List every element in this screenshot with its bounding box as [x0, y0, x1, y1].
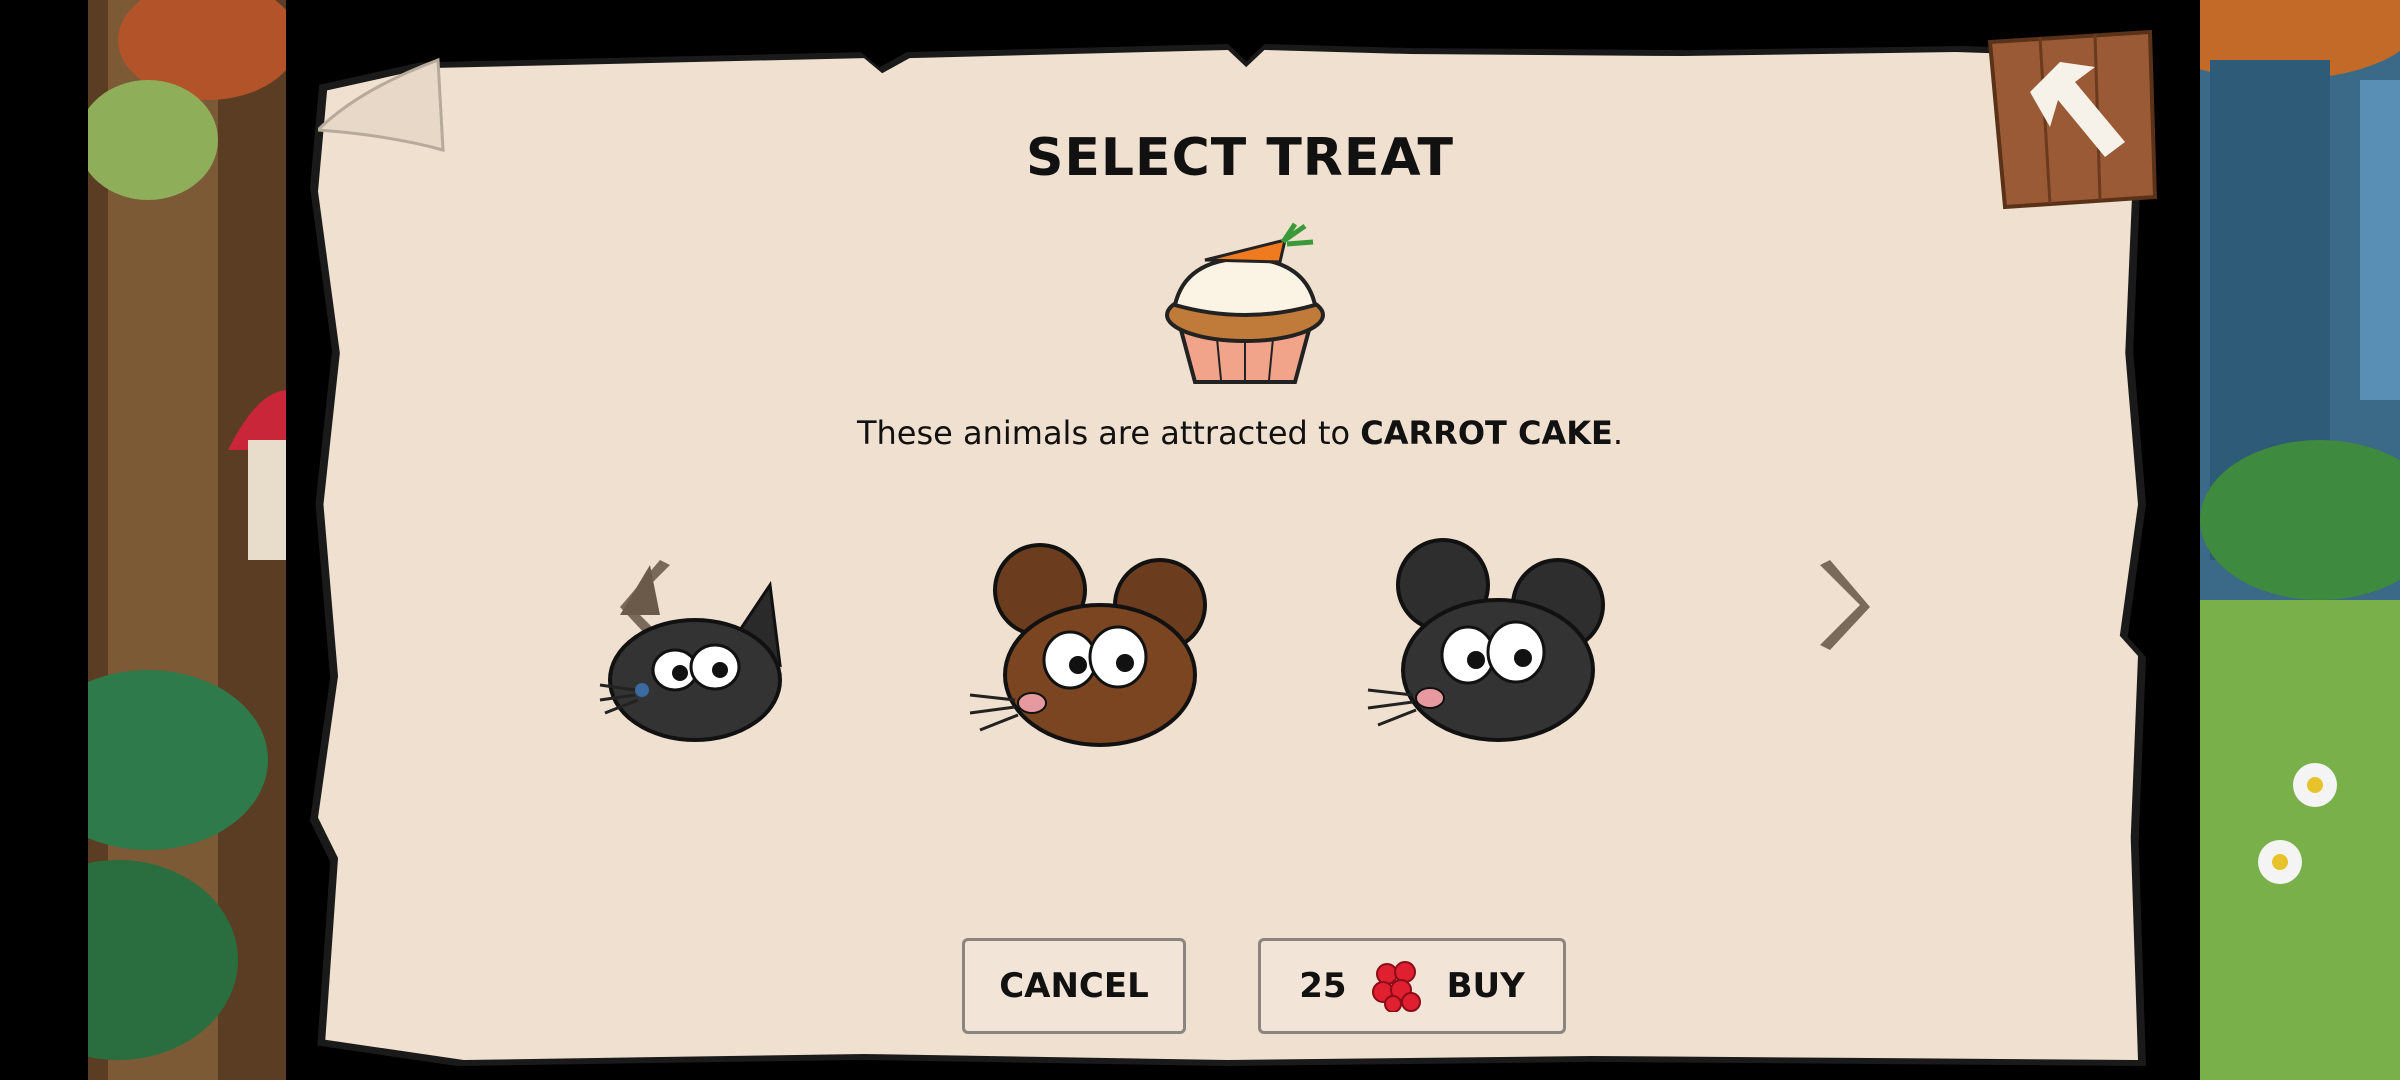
animal-black-mouse — [1358, 530, 1618, 750]
cancel-button[interactable]: CANCEL — [962, 938, 1186, 1034]
treat-name: CARROT CAKE — [1360, 414, 1613, 452]
brown-mouse-head-icon — [969, 543, 1207, 747]
dialog-title: SELECT TREAT — [1025, 128, 1455, 188]
buy-price: 25 — [1299, 966, 1347, 1006]
animal-squirrel — [580, 555, 800, 745]
red-berries-icon — [1371, 960, 1423, 1013]
treat-description: These animals are attracted to CARROT CA… — [700, 414, 1780, 452]
description-suffix: . — [1612, 414, 1624, 452]
background-forest-right — [2200, 0, 2400, 1080]
back-button[interactable] — [1980, 22, 2160, 212]
black-mouse-head-icon — [1367, 538, 1605, 742]
animal-brown-mouse — [960, 535, 1220, 755]
background-forest-left — [88, 0, 286, 1080]
cancel-label: CANCEL — [999, 966, 1149, 1006]
buy-button[interactable]: 25 BUY — [1258, 938, 1566, 1034]
carrot-cupcake-icon — [1155, 220, 1335, 390]
folded-corner — [318, 57, 445, 152]
back-arrow-icon — [1987, 29, 2158, 210]
chevron-right-icon — [1820, 560, 1870, 650]
scroll-right-button[interactable] — [1805, 555, 1875, 655]
description-prefix: These animals are attracted to — [856, 414, 1361, 452]
squirrel-head-icon — [599, 565, 782, 742]
buy-label: BUY — [1446, 966, 1525, 1006]
